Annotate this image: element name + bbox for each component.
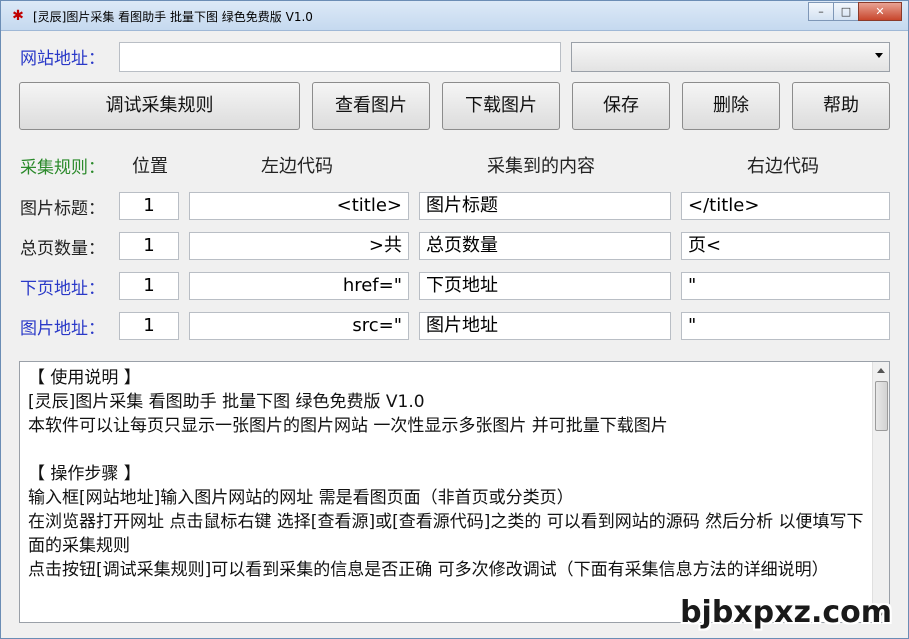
vertical-scrollbar[interactable] [872, 362, 889, 622]
pages-left-code-input[interactable]: >共 [189, 232, 409, 260]
instruction-line: 输入框[网站地址]输入图片网站的网址 需是看图页面（非首页或分类页） [28, 488, 574, 508]
url-combo[interactable] [571, 42, 890, 72]
url-label: 网站地址： [20, 49, 105, 69]
position-header: 位置 [132, 156, 168, 177]
save-button[interactable]: 保存 [572, 82, 670, 130]
maximize-icon[interactable]: □ [833, 2, 859, 21]
content-header: 采集到的内容 [487, 156, 595, 177]
title-left-code-input[interactable]: <title> [189, 192, 409, 220]
title-right-code-input[interactable]: </title> [681, 192, 890, 220]
title-content-input[interactable]: 图片标题 [419, 192, 671, 220]
instruction-line [28, 438, 868, 462]
right-code-header: 右边代码 [747, 156, 819, 177]
instruction-line: 在浏览器打开网址 点击鼠标右键 选择[查看源]或[查看源代码]之类的 可以看到网… [28, 512, 864, 556]
title-bar[interactable]: ✱ [灵辰]图片采集 看图助手 批量下图 绿色免费版 V1.0 – □ ✕ [1, 1, 908, 31]
window-title: [灵辰]图片采集 看图助手 批量下图 绿色免费版 V1.0 [33, 10, 313, 24]
pages-content-input[interactable]: 总页数量 [419, 232, 671, 260]
pages-rule-label: 总页数量： [20, 239, 105, 259]
minimize-icon[interactable]: – [808, 2, 834, 21]
next-page-rule-label: 下页地址： [20, 279, 105, 299]
view-images-button[interactable]: 查看图片 [312, 82, 430, 130]
watermark-text: bjbxpxz.com [680, 595, 892, 630]
instruction-line: 【 使用说明 】 [28, 368, 141, 388]
instructions-textarea[interactable]: 【 使用说明 】 [灵辰]图片采集 看图助手 批量下图 绿色免费版 V1.0 本… [19, 361, 890, 623]
instruction-line: 【 操作步骤 】 [28, 464, 141, 484]
scroll-up-icon[interactable] [873, 362, 889, 379]
pages-position-input[interactable]: 1 [119, 232, 179, 260]
next-page-content-input[interactable]: 下页地址 [419, 272, 671, 300]
help-button[interactable]: 帮助 [792, 82, 890, 130]
left-code-header: 左边代码 [261, 156, 333, 177]
delete-button[interactable]: 删除 [682, 82, 780, 130]
image-url-right-code-input[interactable]: " [681, 312, 890, 340]
url-input[interactable] [119, 42, 561, 72]
chevron-down-icon [875, 53, 883, 58]
image-url-rule-label: 图片地址： [20, 319, 105, 339]
app-logo-icon: ✱ [12, 8, 24, 24]
close-icon[interactable]: ✕ [858, 2, 902, 21]
debug-rules-button[interactable]: 调试采集规则 [19, 82, 300, 130]
next-page-right-code-input[interactable]: " [681, 272, 890, 300]
main-window: ✱ [灵辰]图片采集 看图助手 批量下图 绿色免费版 V1.0 – □ ✕ 网站… [0, 0, 909, 639]
title-rule-label: 图片标题： [20, 199, 105, 219]
next-page-left-code-input[interactable]: href=" [189, 272, 409, 300]
instruction-line: [灵辰]图片采集 看图助手 批量下图 绿色免费版 V1.0 [28, 392, 425, 412]
image-url-content-input[interactable]: 图片地址 [419, 312, 671, 340]
pages-right-code-input[interactable]: 页< [681, 232, 890, 260]
next-page-position-input[interactable]: 1 [119, 272, 179, 300]
instruction-line: 点击按钮[调试采集规则]可以看到采集的信息是否正确 可多次修改调试（下面有采集信… [28, 560, 829, 580]
image-url-position-input[interactable]: 1 [119, 312, 179, 340]
rules-label: 采集规则： [20, 158, 105, 178]
scroll-thumb[interactable] [875, 381, 888, 431]
download-images-button[interactable]: 下载图片 [442, 82, 560, 130]
image-url-left-code-input[interactable]: src=" [189, 312, 409, 340]
title-position-input[interactable]: 1 [119, 192, 179, 220]
instruction-line: 本软件可以让每页只显示一张图片的图片网站 一次性显示多张图片 并可批量下载图片 [28, 416, 668, 436]
